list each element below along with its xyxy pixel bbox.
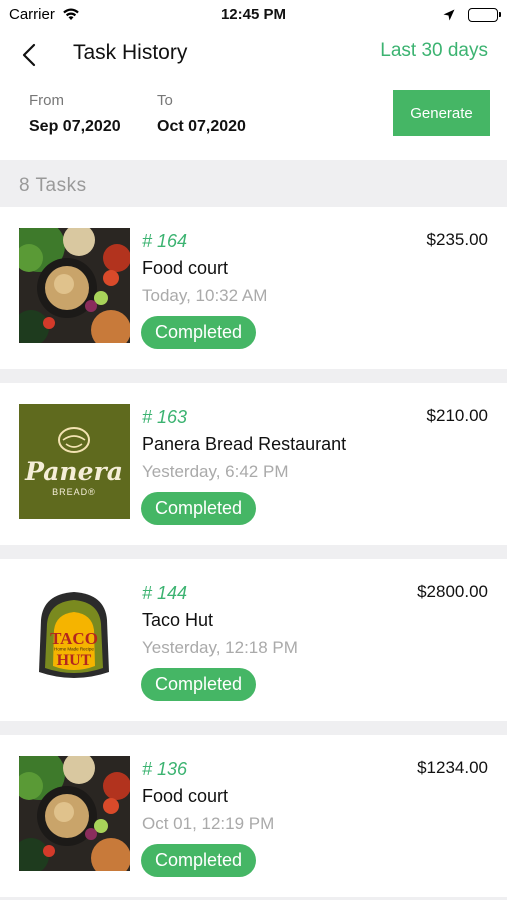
chevron-left-icon[interactable] — [18, 40, 44, 70]
date-range-link[interactable]: Last 30 days — [380, 40, 488, 62]
task-number: # 164 — [142, 231, 188, 251]
task-time: Yesterday, 6:42 PM — [142, 462, 289, 481]
task-price: $1234.00 — [417, 758, 488, 777]
task-name: Taco Hut — [142, 610, 214, 630]
from-date-value[interactable]: Sep 07,2020 — [29, 118, 121, 136]
to-label: To — [157, 92, 173, 109]
task-price: $235.00 — [426, 230, 488, 249]
task-time: Today, 10:32 AM — [142, 286, 268, 305]
food-court-image — [19, 228, 130, 343]
task-price: $210.00 — [426, 406, 488, 425]
task-name: Panera Bread Restaurant — [142, 434, 347, 454]
panera-logo: Panera BREAD® — [19, 404, 130, 519]
nav-header: Task History Last 30 days — [0, 30, 507, 78]
panera-wordmark: Panera — [24, 457, 123, 486]
generate-button[interactable]: Generate — [393, 90, 490, 136]
food-court-image — [19, 756, 130, 871]
task-name: Food court — [142, 258, 229, 278]
taco-top-text: TACO — [50, 629, 98, 648]
status-badge: Completed — [141, 316, 257, 349]
panera-subtitle: BREAD® — [52, 487, 96, 497]
to-date-group: To Oct 07,2020 — [157, 92, 246, 136]
status-badge: Completed — [141, 844, 257, 877]
task-card[interactable]: Panera BREAD® # 163 Panera Bread Restaur… — [0, 383, 507, 559]
task-number: # 163 — [142, 407, 188, 427]
date-filters: From Sep 07,2020 To Oct 07,2020 Generate — [0, 84, 507, 156]
task-time: Yesterday, 12:18 PM — [142, 638, 298, 657]
status-bar: Carrier 12:45 PM — [0, 0, 507, 30]
task-number: # 136 — [142, 759, 188, 779]
task-time: Oct 01, 12:19 PM — [142, 814, 275, 833]
task-number: # 144 — [142, 583, 188, 603]
clock: 12:45 PM — [220, 6, 287, 23]
to-date-value[interactable]: Oct 07,2020 — [157, 118, 246, 136]
task-card[interactable]: TACO Home Made Recipe HUT # 144 Taco Hut… — [0, 559, 507, 735]
status-badge: Completed — [141, 668, 257, 701]
task-list: # 164 Food court Today, 10:32 AM Complet… — [0, 207, 507, 900]
task-count: 8 Tasks — [19, 175, 87, 196]
taco-tagline-text: Home Made Recipe — [54, 647, 94, 652]
status-badge: Completed — [141, 492, 257, 525]
task-price: $2800.00 — [417, 582, 488, 601]
page-title: Task History — [73, 41, 188, 64]
task-card[interactable]: # 164 Food court Today, 10:32 AM Complet… — [0, 207, 507, 383]
taco-bottom-text: HUT — [57, 652, 92, 669]
from-date-group: From Sep 07,2020 — [29, 92, 121, 136]
location-arrow-icon — [443, 8, 455, 25]
from-label: From — [29, 92, 64, 109]
battery-icon — [468, 8, 501, 22]
task-name: Food court — [142, 786, 229, 806]
task-card[interactable]: # 136 Food court Oct 01, 12:19 PM Comple… — [0, 735, 507, 900]
task-count-bar: 8 Tasks — [0, 160, 507, 207]
taco-hut-logo: TACO Home Made Recipe HUT — [19, 580, 130, 695]
